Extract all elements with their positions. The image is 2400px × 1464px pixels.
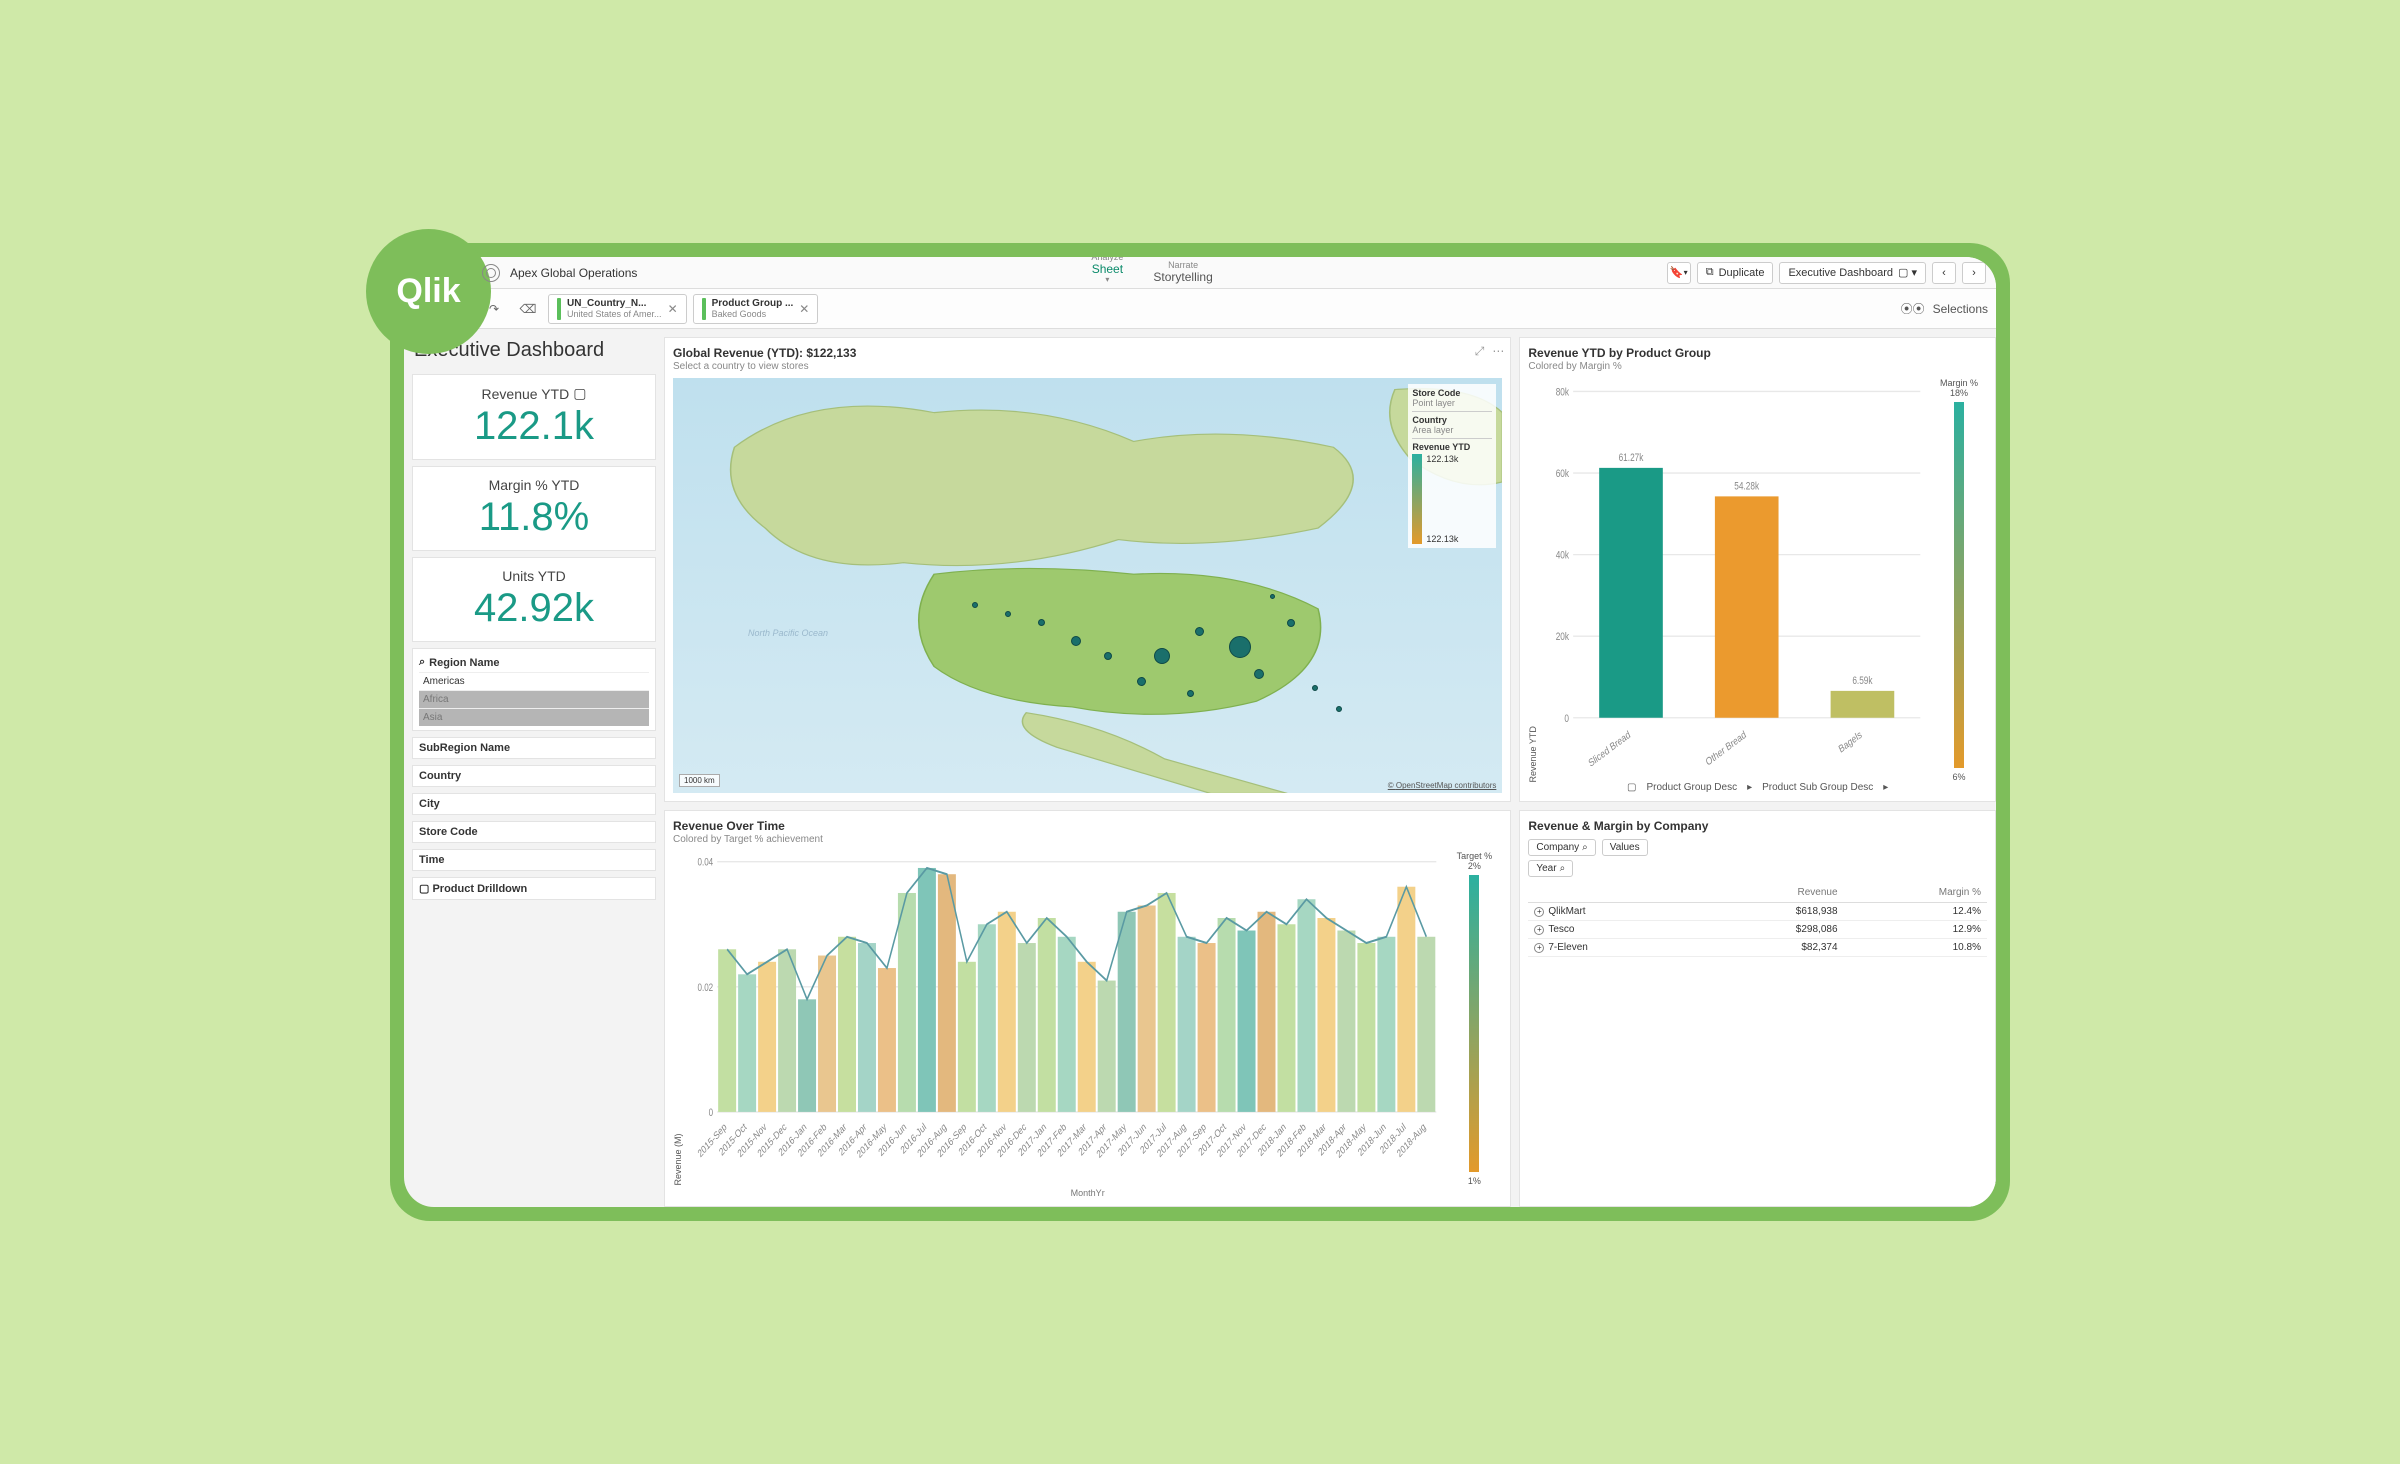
table-row[interactable]: +QlikMart$618,93812.4% [1528, 903, 1987, 921]
area-legend: Target % 2% 1% [1446, 851, 1502, 1186]
area-x-axis-label: MonthYr [673, 1188, 1502, 1198]
filter-country[interactable]: Country [412, 765, 656, 787]
app-name: Apex Global Operations [510, 266, 637, 280]
svg-text:40k: 40k [1556, 550, 1569, 562]
bar-legend: Margin % 18% 6% [1931, 378, 1987, 782]
map-subtitle: Select a country to view stores [673, 361, 1502, 372]
more-icon[interactable]: ⋯ [1492, 344, 1504, 359]
search-icon: ⌕ [419, 656, 425, 669]
bar-y-axis-label: Revenue YTD [1528, 378, 1538, 782]
kpi-revenue[interactable]: Revenue YTD ▢ 122.1k [412, 374, 656, 460]
bar-drill[interactable]: ▢ Product Group Desc ▸ Product Sub Group… [1528, 782, 1987, 793]
selection-bar: ⌕ ↶ ↷ ⌫ UN_Country_N... United States of… [404, 289, 1996, 329]
clear-selections-button[interactable]: ⌫ [514, 295, 542, 323]
expand-icon[interactable]: ⤢ [1475, 344, 1485, 359]
svg-text:61.27k: 61.27k [1619, 452, 1644, 464]
tab-narrate[interactable]: Narrate Storytelling [1153, 261, 1212, 284]
app-window: ≡ ▾ Apex Global Operations Analyze Sheet… [404, 257, 1996, 1207]
tab-analyze[interactable]: Analyze Sheet ▾ [1091, 257, 1123, 292]
close-icon[interactable]: ✕ [799, 302, 809, 316]
svg-text:0.04: 0.04 [698, 857, 714, 869]
filter-time[interactable]: Time [412, 849, 656, 871]
filter-city[interactable]: City [412, 793, 656, 815]
svg-text:54.28k: 54.28k [1735, 481, 1760, 493]
list-item[interactable]: Asia [419, 708, 649, 726]
close-icon[interactable]: ✕ [668, 302, 678, 316]
bar-chart[interactable]: 61.27k 54.28k 6.59k Sliced Bread Other Brea… [1538, 378, 1931, 782]
map-legend: Store Code Point layer Country Area laye… [1408, 384, 1496, 548]
bar-subtitle: Colored by Margin % [1528, 361, 1987, 372]
filter-store-code[interactable]: Store Code [412, 821, 656, 843]
area-subtitle: Colored by Target % achievement [673, 834, 1502, 845]
map-credit: © OpenStreetMap contributors [1388, 781, 1497, 790]
list-item[interactable]: Africa [419, 690, 649, 708]
pill-year[interactable]: Year ⌕ [1528, 860, 1573, 877]
area-chart[interactable]: 00.020.04 2015-Sep2015-Oct2015-Nov2015-D… [683, 851, 1446, 1186]
table-row[interactable]: +7-Eleven$82,37410.8% [1528, 939, 1987, 957]
area-panel[interactable]: Revenue Over Time Colored by Target % ac… [664, 810, 1511, 1207]
filter-product-drilldown[interactable]: ▢ Product Drilldown [412, 877, 656, 900]
svg-text:0: 0 [1565, 713, 1570, 725]
map-panel[interactable]: Global Revenue (YTD): $122,133 Select a … [664, 337, 1511, 802]
kpi-units[interactable]: Units YTD 42.92k [412, 557, 656, 642]
svg-text:Sliced Bread: Sliced Bread [1587, 729, 1632, 770]
brand-badge: Qlik [366, 229, 491, 354]
kpi-margin[interactable]: Margin % YTD 11.8% [412, 466, 656, 551]
bar-title: Revenue YTD by Product Group [1528, 346, 1987, 360]
svg-text:0.02: 0.02 [698, 982, 714, 994]
next-sheet-button[interactable]: › [1962, 262, 1986, 284]
selection-chip-product-group[interactable]: Product Group ... Baked Goods ✕ [693, 294, 819, 324]
svg-text:80k: 80k [1556, 387, 1569, 399]
pill-company[interactable]: Company ⌕ [1528, 839, 1595, 856]
ocean-label: North Pacific Ocean [748, 628, 828, 638]
svg-text:20k: 20k [1556, 631, 1569, 643]
svg-text:Bagels: Bagels [1837, 729, 1864, 756]
top-toolbar: ≡ ▾ Apex Global Operations Analyze Sheet… [404, 257, 1996, 289]
prev-sheet-button[interactable]: ‹ [1932, 262, 1956, 284]
external-link-icon: ▢ [573, 385, 586, 402]
duplicate-button[interactable]: ⧉ Duplicate [1697, 262, 1774, 284]
svg-text:60k: 60k [1556, 468, 1569, 480]
area-y-axis-label: Revenue (M) [673, 851, 683, 1186]
left-column: Executive Dashboard Revenue YTD ▢ 122.1k… [404, 329, 664, 1207]
area-title: Revenue Over Time [673, 819, 1502, 833]
filter-region[interactable]: ⌕Region Name Americas Africa Asia [412, 648, 656, 731]
map-title: Global Revenue (YTD): $122,133 [673, 346, 1502, 360]
table-panel[interactable]: Revenue & Margin by Company Company ⌕ Va… [1519, 810, 1996, 1207]
selections-icon[interactable]: ⦿⦿ [1901, 300, 1925, 317]
map-scale: 1000 km [679, 774, 720, 787]
list-item[interactable]: Americas [419, 672, 649, 690]
table-title: Revenue & Margin by Company [1528, 819, 1987, 833]
filter-subregion[interactable]: SubRegion Name [412, 737, 656, 759]
pill-values[interactable]: Values [1602, 839, 1648, 856]
table-row[interactable]: +Tesco$298,08612.9% [1528, 921, 1987, 939]
selection-chip-country[interactable]: UN_Country_N... United States of Amer...… [548, 294, 687, 324]
svg-text:6.59k: 6.59k [1853, 675, 1873, 687]
globe-icon [482, 264, 500, 282]
pivot-table[interactable]: RevenueMargin % +QlikMart$618,93812.4%+T… [1528, 883, 1987, 957]
bookmark-button[interactable]: 🔖▾ [1667, 262, 1691, 284]
selections-label[interactable]: Selections [1933, 302, 1988, 316]
bar-panel[interactable]: Revenue YTD by Product Group Colored by … [1519, 337, 1996, 802]
map-area[interactable]: North Pacific Ocean [673, 378, 1502, 793]
svg-text:0: 0 [709, 1107, 713, 1119]
svg-text:Other Bread: Other Bread [1705, 729, 1749, 769]
sheet-dropdown[interactable]: Executive Dashboard ▢ ▾ [1779, 262, 1926, 284]
